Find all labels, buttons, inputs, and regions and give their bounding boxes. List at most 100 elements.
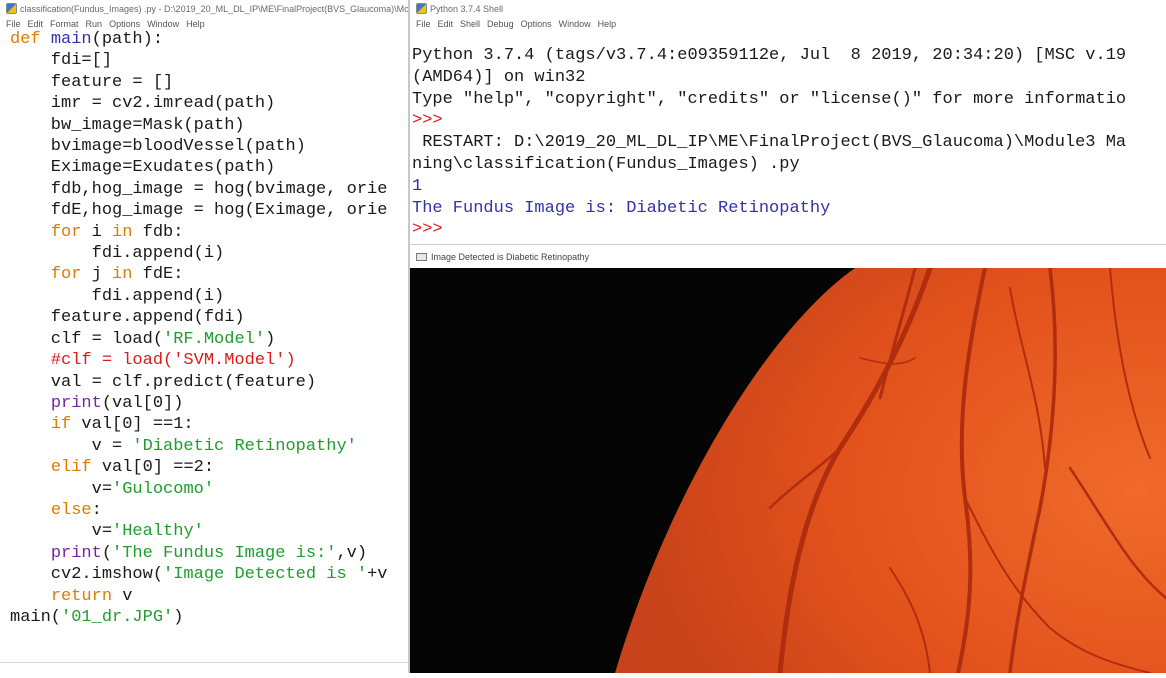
fundus-image-graphic xyxy=(410,265,1166,676)
code-line-token: feature = [] xyxy=(10,72,174,92)
shell-menu-edit[interactable]: Edit xyxy=(438,19,454,29)
code-line-token: i xyxy=(81,222,113,242)
shell-window: Python 3.7.4 Shell File Edit Shell Debug Opt… xyxy=(410,0,1166,244)
image-window-titlebar[interactable]: Image Detected is Diabetic Retinopathy xyxy=(410,244,1166,268)
code-line-token: print xyxy=(50,393,102,413)
shell-menu-options[interactable]: Options xyxy=(521,19,552,29)
code-line: elif val[0] ==2: xyxy=(10,457,408,478)
editor-menu-format[interactable]: Format xyxy=(50,19,79,29)
code-line-token: fdE: xyxy=(132,265,184,285)
code-line: else: xyxy=(10,500,408,521)
code-line-token: main( xyxy=(10,607,62,627)
code-line: val = clf.predict(feature) xyxy=(10,372,408,393)
code-line-token: bw_image=Mask(path) xyxy=(10,115,245,135)
shell-menu-file[interactable]: File xyxy=(416,19,431,29)
shell-line-token: (AMD64)] on win32 xyxy=(412,67,586,87)
code-line-token xyxy=(10,544,51,563)
editor-menu-file[interactable]: File xyxy=(6,19,21,29)
code-line-token xyxy=(10,223,51,242)
code-line-token: fdi.append(i) xyxy=(10,286,225,306)
image-window-icon xyxy=(416,252,427,261)
code-line-token: for xyxy=(50,265,82,285)
code-line: Eximage=Exudates(path) xyxy=(10,157,408,178)
shell-line: Type "help", "copyright", "credits" or "… xyxy=(412,89,1166,111)
code-line-token: ) xyxy=(173,607,184,627)
code-line-token: ( xyxy=(101,543,113,563)
shell-line-token: 1 xyxy=(412,176,423,196)
code-line-token: j xyxy=(81,265,113,285)
shell-line-token: ning\classification(Fundus_Images) .py xyxy=(412,154,800,174)
editor-menu-options[interactable]: Options xyxy=(109,19,140,29)
code-line-token: in xyxy=(112,265,133,285)
shell-line-token: The Fundus Image is: Diabetic Retinopath… xyxy=(412,198,831,218)
code-line-token: main xyxy=(50,30,92,49)
shell-line: ning\classification(Fundus_Images) .py xyxy=(412,154,1166,176)
code-line: v='Gulocomo' xyxy=(10,479,408,500)
shell-line: RESTART: D:\2019_20_ML_DL_IP\ME\FinalPro… xyxy=(412,132,1166,154)
code-line-token: cv2.imshow( xyxy=(10,565,164,585)
code-line-token xyxy=(10,501,51,520)
shell-line: >>> xyxy=(412,219,1166,241)
shell-menu-window[interactable]: Window xyxy=(559,19,591,29)
shell-line: >>> xyxy=(412,110,1166,132)
editor-menu-window[interactable]: Window xyxy=(147,19,179,29)
code-line: cv2.imshow('Image Detected is '+v xyxy=(10,564,408,585)
code-line: main('01_dr.JPG') xyxy=(10,607,408,628)
python-shell-icon xyxy=(416,3,427,14)
shell-output-area[interactable]: Python 3.7.4 (tags/v3.7.4:e09359112e, Ju… xyxy=(412,45,1166,241)
shell-menu-shell[interactable]: Shell xyxy=(460,19,480,29)
code-line-token: 'RF.Model' xyxy=(163,329,266,349)
shell-line: (AMD64)] on win32 xyxy=(412,67,1166,89)
code-line: #clf = load('SVM.Model') xyxy=(10,350,408,371)
code-line: for i in fdb: xyxy=(10,222,408,243)
code-line: return v xyxy=(10,586,408,607)
code-line-token: clf = load( xyxy=(10,329,164,349)
shell-menu-debug[interactable]: Debug xyxy=(487,19,514,29)
shell-title: Python 3.7.4 Shell xyxy=(430,3,504,14)
code-line-token: for xyxy=(50,222,82,242)
shell-line: Python 3.7.4 (tags/v3.7.4:e09359112e, Ju… xyxy=(412,45,1166,67)
shell-line-token: >>> xyxy=(412,111,443,131)
code-line-token: fdb: xyxy=(132,222,184,242)
code-line: feature = [] xyxy=(10,72,408,93)
shell-menu-help[interactable]: Help xyxy=(598,19,617,29)
code-line: clf = load('RF.Model') xyxy=(10,329,408,350)
code-line: v='Healthy' xyxy=(10,521,408,542)
code-line-token: +v xyxy=(367,565,388,585)
editor-menu-edit[interactable]: Edit xyxy=(28,19,44,29)
editor-menu-run[interactable]: Run xyxy=(86,19,103,29)
code-line: v = 'Diabetic Retinopathy' xyxy=(10,436,408,457)
code-line-token: v= xyxy=(10,479,113,499)
shell-titlebar[interactable]: Python 3.7.4 Shell xyxy=(410,0,1166,17)
code-line-token: Eximage=Exudates(path) xyxy=(10,158,276,178)
code-line-token: 'Gulocomo' xyxy=(112,479,215,499)
code-line-token: elif xyxy=(50,458,92,478)
code-line-token: fdb,hog_image = hog(bvimage, orie xyxy=(10,179,388,199)
code-line-token: (path): xyxy=(91,30,164,49)
code-line: print('The Fundus Image is:',v) xyxy=(10,543,408,564)
code-line-token: fdi=[] xyxy=(10,51,113,71)
editor-titlebar[interactable]: classification(Fundus_Images) .py - D:\2… xyxy=(0,0,408,17)
editor-menu-help[interactable]: Help xyxy=(186,19,205,29)
code-line-token: fdi.append(i) xyxy=(10,244,225,264)
code-line: fdb,hog_image = hog(bvimage, orie xyxy=(10,179,408,200)
code-line-token: return xyxy=(50,586,113,606)
code-line-token: : xyxy=(91,500,102,520)
code-line-token xyxy=(10,587,51,606)
code-line-token: in xyxy=(112,222,133,242)
shell-line-token: Type "help", "copyright", "credits" or "… xyxy=(412,89,1127,109)
shell-line: 1 xyxy=(412,176,1166,198)
code-line-token xyxy=(41,30,51,49)
code-line-token: imr = cv2.imread(path) xyxy=(10,94,276,114)
code-line-token: fdE,hog_image = hog(Eximage, orie xyxy=(10,201,388,221)
python-file-icon xyxy=(6,3,17,14)
code-line: if val[0] ==1: xyxy=(10,414,408,435)
editor-code-area[interactable]: def main(path): fdi=[] feature = [] imr … xyxy=(10,29,408,628)
code-line: bw_image=Mask(path) xyxy=(10,115,408,136)
code-line-token xyxy=(10,394,51,413)
code-line: bvimage=bloodVessel(path) xyxy=(10,136,408,157)
code-line: print(val[0]) xyxy=(10,393,408,414)
code-line-token: v xyxy=(112,586,133,606)
code-line-token: bvimage=bloodVessel(path) xyxy=(10,137,306,157)
image-window-title: Image Detected is Diabetic Retinopathy xyxy=(431,251,590,262)
